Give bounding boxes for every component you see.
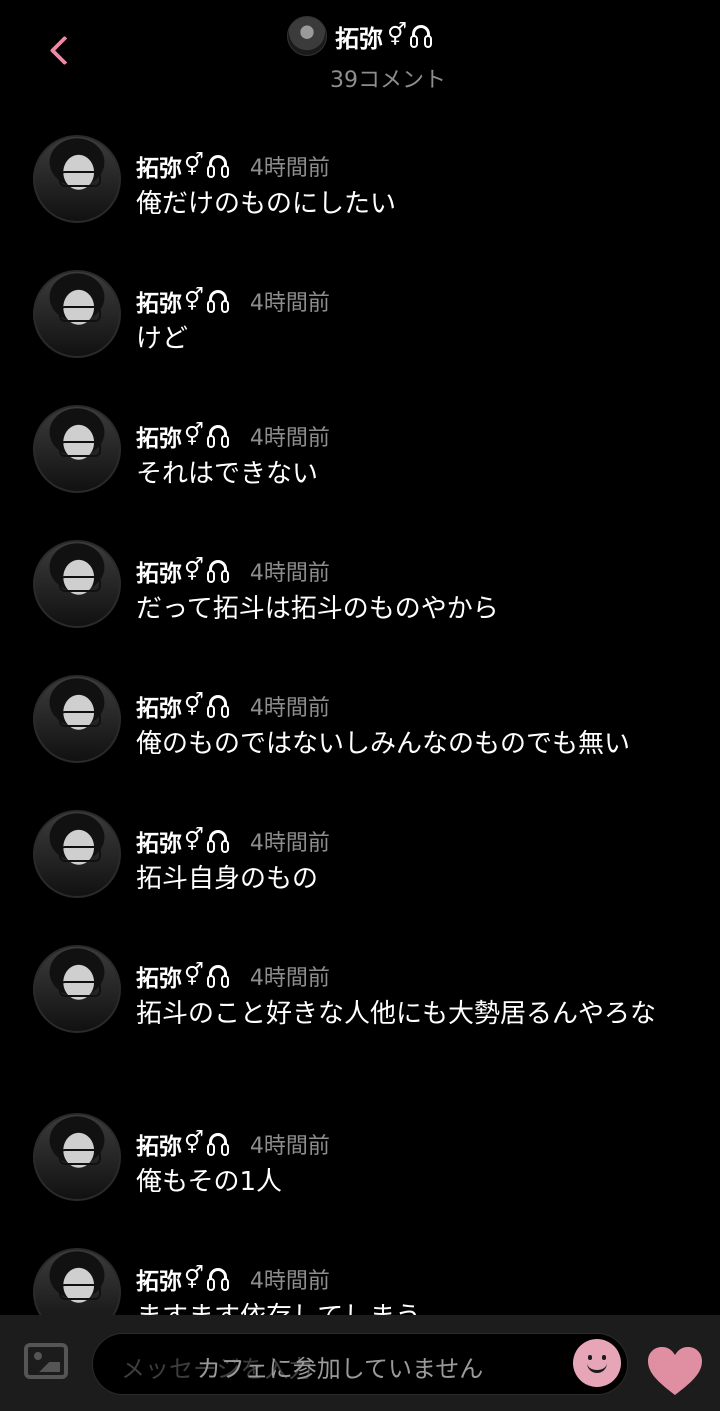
comment-author: 拓弥 — [136, 291, 182, 317]
headphones-icon — [409, 22, 433, 50]
avatar[interactable] — [33, 1113, 121, 1201]
comment-time: 4時間前 — [249, 966, 330, 991]
comment-author: 拓弥 — [136, 561, 182, 587]
comment-count: 39コメント — [330, 68, 446, 93]
avatar[interactable] — [33, 810, 121, 898]
thread-title: 拓弥 ⚥ 39コメント — [0, 16, 720, 94]
gender-icon: ⚥ — [184, 558, 204, 583]
gender-icon: ⚥ — [184, 828, 204, 853]
gender-icon: ⚥ — [184, 1131, 204, 1156]
gender-icon: ⚥ — [387, 23, 407, 48]
comment-author: 拓弥 — [136, 696, 182, 722]
comment-author: 拓弥 — [136, 1269, 182, 1295]
gender-icon: ⚥ — [184, 288, 204, 313]
comment-text: 俺のものではないしみんなのものでも無い — [136, 729, 631, 759]
comment-time: 4時間前 — [249, 561, 330, 586]
comment-text: けど — [136, 324, 189, 354]
heart-icon[interactable] — [646, 1345, 704, 1397]
comment-text: 拓斗自身のもの — [136, 864, 319, 894]
comment-text: それはできない — [136, 459, 319, 489]
comment-list[interactable]: 拓弥 ⚥ 4時間前 俺だけのものにしたい 拓弥 ⚥ 4時間前 けど 拓弥 ⚥ 4… — [0, 100, 720, 1315]
comment-time: 4時間前 — [249, 831, 330, 856]
comment-author: 拓弥 — [136, 1134, 182, 1160]
avatar[interactable] — [33, 675, 121, 763]
message-composer: メッセージを入力 カフェに参加していません — [0, 1315, 720, 1411]
gender-icon: ⚥ — [184, 423, 204, 448]
avatar[interactable] — [33, 1248, 121, 1315]
headphones-icon — [206, 152, 230, 180]
gender-icon: ⚥ — [184, 153, 204, 178]
headphones-icon — [206, 1265, 230, 1293]
avatar[interactable] — [33, 540, 121, 628]
comment-text: だって拓斗は拓斗のものやから — [136, 594, 499, 624]
header-name-text: 拓弥 — [335, 24, 384, 53]
top-bar: 拓弥 ⚥ 39コメント — [0, 0, 720, 100]
avatar[interactable] — [33, 270, 121, 358]
comment-time: 4時間前 — [249, 426, 330, 451]
gender-icon: ⚥ — [184, 693, 204, 718]
comment-time: 4時間前 — [249, 696, 330, 721]
comment-time: 4時間前 — [249, 156, 330, 181]
comment-text: 俺だけのものにしたい — [136, 189, 397, 219]
comment-author: 拓弥 — [136, 966, 182, 992]
comment-author: 拓弥 — [136, 831, 182, 857]
headphones-icon — [206, 557, 230, 585]
comment-author: 拓弥 — [136, 156, 182, 182]
avatar[interactable] — [33, 945, 121, 1033]
image-icon[interactable] — [24, 1343, 68, 1379]
comment-time: 4時間前 — [249, 291, 330, 316]
comment-text: 拓斗のこと好きな人他にも大勢居るんやろな — [136, 999, 657, 1029]
headphones-icon — [206, 422, 230, 450]
headphones-icon — [206, 962, 230, 990]
emoji-icon[interactable] — [573, 1339, 621, 1387]
comment-time: 4時間前 — [249, 1269, 330, 1294]
comment-time: 4時間前 — [249, 1134, 330, 1159]
avatar[interactable] — [33, 405, 121, 493]
headphones-icon — [206, 1130, 230, 1158]
header-avatar[interactable] — [287, 16, 328, 56]
avatar[interactable] — [33, 135, 121, 223]
gender-icon: ⚥ — [184, 963, 204, 988]
comment-author: 拓弥 — [136, 426, 182, 452]
headphones-icon — [206, 287, 230, 315]
comment-text: ますます依存してしまう — [136, 1299, 676, 1315]
not-joined-notice: カフェに参加していません — [196, 1355, 484, 1383]
comment-text: 俺もその1人 — [136, 1167, 283, 1197]
headphones-icon — [206, 827, 230, 855]
message-input[interactable]: メッセージを入力 カフェに参加していません — [92, 1333, 628, 1395]
header-user-name: 拓弥 ⚥ — [335, 19, 433, 54]
headphones-icon — [206, 692, 230, 720]
gender-icon: ⚥ — [184, 1266, 204, 1291]
